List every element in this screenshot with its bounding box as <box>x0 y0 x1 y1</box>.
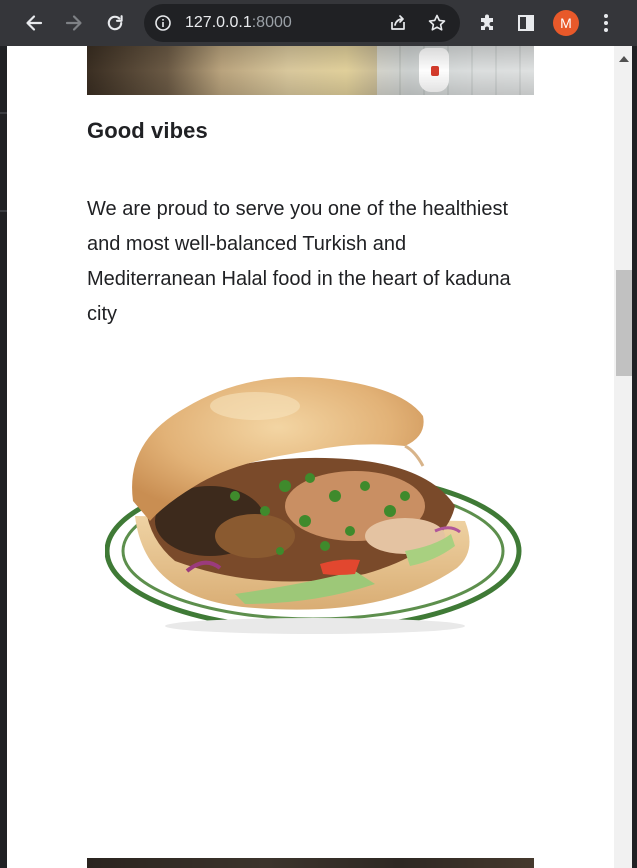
browser-window: 127.0.0.1:8000 M Good vibes We are proud… <box>0 0 637 868</box>
url-port: :8000 <box>251 14 292 31</box>
side-panel-button[interactable] <box>510 7 542 39</box>
divider <box>0 210 7 212</box>
menu-button[interactable] <box>590 7 622 39</box>
share-icon[interactable] <box>388 13 408 38</box>
kebab-menu-icon <box>603 13 609 33</box>
reload-button[interactable] <box>99 7 131 39</box>
back-button[interactable] <box>18 7 50 39</box>
scrollbar-thumb[interactable] <box>616 270 633 376</box>
background-window-edge-right <box>632 46 637 868</box>
section-heading: Good vibes <box>87 118 208 143</box>
star-icon[interactable] <box>427 13 447 38</box>
url-host: 127.0.0.1 <box>185 14 252 31</box>
side-panel-icon <box>516 13 536 33</box>
scroll-up-arrow-icon[interactable] <box>619 56 629 62</box>
reload-icon <box>105 13 125 33</box>
browser-toolbar: 127.0.0.1:8000 M <box>0 0 637 46</box>
intro-paragraph: We are proud to serve you one of the hea… <box>87 198 511 325</box>
puzzle-icon <box>477 13 497 33</box>
food-hero-top-image <box>87 46 534 95</box>
divider <box>0 112 7 114</box>
page-viewport: Good vibes We are proud to serve you one… <box>7 46 614 868</box>
address-bar[interactable]: 127.0.0.1:8000 <box>144 4 460 42</box>
url-text[interactable]: 127.0.0.1:8000 <box>185 14 292 32</box>
food-hero-bottom-image <box>87 858 534 868</box>
arrow-left-icon <box>24 13 44 33</box>
background-window-edge <box>0 46 7 868</box>
arrow-right-icon <box>64 13 84 33</box>
doner-sandwich-image <box>104 346 525 642</box>
image-shade <box>87 46 534 95</box>
profile-avatar[interactable]: M <box>553 10 579 36</box>
extensions-button[interactable] <box>471 7 503 39</box>
info-icon[interactable] <box>154 14 172 37</box>
forward-button[interactable] <box>58 7 90 39</box>
